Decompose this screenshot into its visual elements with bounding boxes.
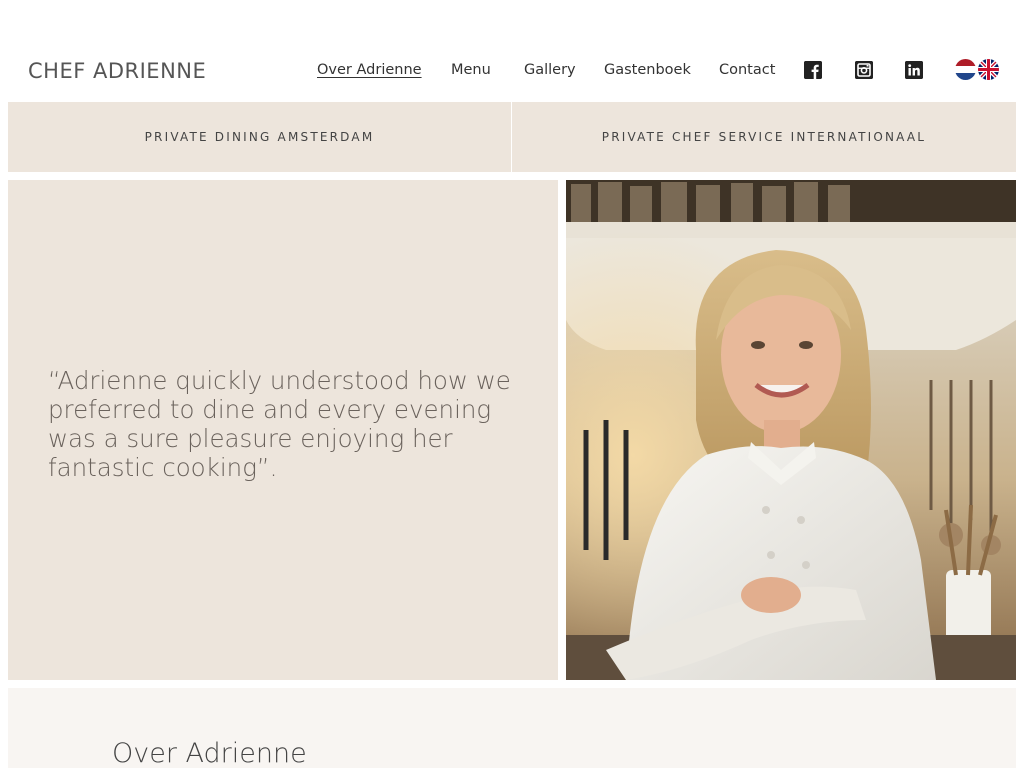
site-header: CHEF ADRIENNE Over Adrienne Menu Gallery… xyxy=(0,0,1024,102)
nav-link-gallery[interactable]: Gallery xyxy=(524,62,576,78)
chef-portrait-image xyxy=(566,180,1016,680)
subnav-label-left: PRIVATE DINING AMSTERDAM xyxy=(144,130,375,144)
uk-flag-icon[interactable] xyxy=(978,59,999,80)
about-title: Over Adrienne xyxy=(112,738,307,768)
site-logo[interactable]: CHEF ADRIENNE xyxy=(28,59,206,83)
nav-link-contact[interactable]: Contact xyxy=(719,62,775,78)
about-section: Over Adrienne xyxy=(8,688,1016,768)
testimonial-quote: “Adrienne quickly understood how we pref… xyxy=(48,366,511,482)
subnav-label-right: PRIVATE CHEF SERVICE INTERNATIONAAL xyxy=(601,130,927,144)
instagram-icon[interactable] xyxy=(855,61,873,79)
nav-link-gastenboek[interactable]: Gastenboek xyxy=(604,62,691,78)
linkedin-icon[interactable] xyxy=(905,61,923,79)
testimonial-panel: “Adrienne quickly understood how we pref… xyxy=(8,180,558,680)
facebook-icon[interactable] xyxy=(804,61,822,79)
nav-link-menu[interactable]: Menu xyxy=(451,62,491,78)
nl-flag-icon[interactable] xyxy=(955,59,976,80)
nav-link-over-adrienne[interactable]: Over Adrienne xyxy=(317,62,422,78)
private-chef-international-link[interactable]: PRIVATE CHEF SERVICE INTERNATIONAAL xyxy=(512,102,1016,172)
private-dining-amsterdam-link[interactable]: PRIVATE DINING AMSTERDAM xyxy=(8,102,511,172)
